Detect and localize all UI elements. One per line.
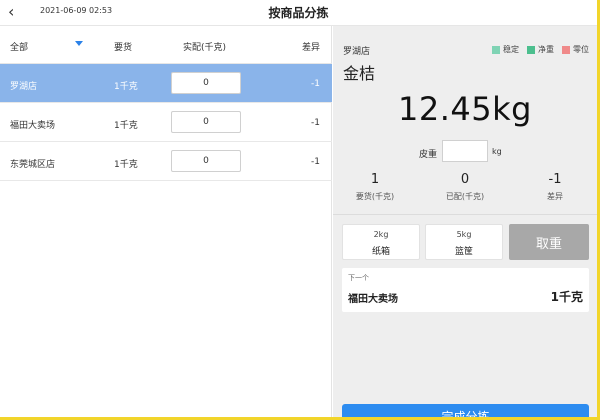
store-filter-label[interactable]: 全部 [10,40,28,53]
tare-preset-basket-button[interactable]: 5kg 篮筐 [425,224,503,260]
stat-label: 要货(千克) [355,192,395,201]
table-row[interactable]: 罗湖店 1千克 -1 [0,64,332,103]
next-quantity: 1千克 [550,290,583,304]
preset-name: 篮筐 [454,247,473,257]
table-row[interactable]: 东莞城区店 1千克 -1 [0,142,332,181]
stat-allocated: 0 已配(千克) [425,172,505,202]
table-row[interactable]: 福田大卖场 1千克 -1 [0,103,332,142]
legend-label: 净重 [538,45,554,54]
stat-value: 0 [460,172,470,187]
legend-stable: 稳定 [492,44,519,55]
tare-preset-carton-button[interactable]: 2kg 纸箱 [342,224,420,260]
stable-swatch-icon [492,45,500,54]
legend-net: 净重 [527,44,554,55]
header-actual: 实配(千克) [183,43,227,53]
divider [333,214,597,215]
filter-dropdown-icon[interactable] [75,41,83,46]
tare-label: 皮重 [419,150,438,160]
row-store: 福田大卖场 [10,121,56,131]
stat-label: 已配(千克) [445,192,485,201]
stat-label: 差异 [547,192,563,201]
tare-unit: kg [492,147,502,156]
header-diff: 差异 [301,43,320,53]
header-need: 要货 [114,43,133,53]
table-header: 全部 要货 实配(千克) 差异 [0,26,332,64]
page-title: 按商品分拣 [268,6,329,20]
complete-sorting-button[interactable]: 完成分拣 [342,404,589,417]
legend-zero: 零位 [562,44,589,55]
row-need: 1千克 [114,121,138,131]
row-diff: -1 [311,118,320,128]
net-swatch-icon [527,45,535,54]
stat-requested: 1 要货(千克) [335,172,415,202]
scale-weight-readout: 12.45kg [398,90,532,128]
actual-quantity-input[interactable] [171,72,241,94]
legend-label: 稳定 [503,45,519,54]
preset-weight: 5kg [456,230,472,239]
next-store: 福田大卖场 [348,294,398,305]
stat-difference: -1 差异 [515,172,595,202]
preset-weight: 2kg [373,230,389,239]
sorting-detail-panel: 罗湖店 金桔 稳定 净重 零位 12.45kg 皮重 kg 1 要货(千克) 0… [333,26,597,417]
row-store: 罗湖店 [10,82,38,92]
stat-value: 1 [370,172,380,187]
row-diff: -1 [311,157,320,167]
preset-name: 纸箱 [371,247,390,257]
row-store: 东莞城区店 [10,160,56,170]
row-need: 1千克 [114,82,138,92]
store-list-panel: 全部 要货 实配(千克) 差异 罗湖店 1千克 -1 福田大卖场 1千克 -1 … [0,26,332,417]
current-store: 罗湖店 [343,47,371,57]
stat-value: -1 [548,172,562,187]
legend-label: 零位 [573,45,589,54]
scale-status-legend: 稳定 净重 零位 [492,44,589,55]
tare-input[interactable] [442,140,488,162]
top-bar: ‹ 2021-06-09 02:53 按商品分拣 [0,0,597,26]
product-name: 金桔 [343,64,376,83]
app-frame: ‹ 2021-06-09 02:53 按商品分拣 全部 要货 实配(千克) 差异… [0,0,600,420]
next-item-card[interactable]: 下一个 福田大卖场 1千克 [342,268,589,312]
next-label: 下一个 [348,274,369,282]
take-weight-button[interactable]: 取重 [509,224,589,260]
actual-quantity-input[interactable] [171,150,241,172]
row-diff: -1 [311,79,320,89]
zero-swatch-icon [562,45,570,54]
row-need: 1千克 [114,160,138,170]
actual-quantity-input[interactable] [171,111,241,133]
